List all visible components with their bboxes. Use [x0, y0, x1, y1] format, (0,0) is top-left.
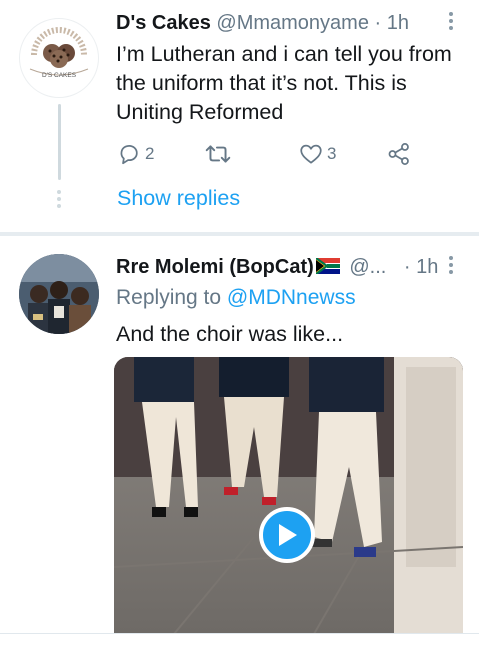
- tweet-header: D's Cakes @Mmamonyame · 1h: [116, 12, 409, 35]
- heart-icon: [300, 144, 322, 164]
- author-name[interactable]: D's Cakes: [116, 12, 211, 34]
- tweet-text: I’m Lutheran and i can tell you from the…: [116, 40, 452, 127]
- reply-button[interactable]: 2: [116, 140, 154, 168]
- tweet-text-line: Uniting Reformed: [116, 100, 284, 124]
- author-handle[interactable]: @Mmamonyame: [216, 12, 369, 34]
- bottom-divider: [0, 633, 479, 634]
- tweet-text: And the choir was like...: [116, 322, 344, 346]
- tweet-time[interactable]: · 1h: [375, 12, 409, 34]
- video-thumbnail[interactable]: [114, 357, 463, 634]
- tweet-header: Rre Molemi (BopCat) @... · 1h: [116, 256, 438, 279]
- author-handle[interactable]: @...: [349, 256, 386, 278]
- tweet-text-line: the uniform that it’s not. This is: [116, 71, 407, 95]
- play-button[interactable]: [259, 507, 315, 563]
- thread-dots: [57, 190, 62, 211]
- more-options-icon[interactable]: [449, 256, 453, 277]
- like-button[interactable]: 3: [298, 140, 336, 168]
- reply-icon: [120, 145, 138, 165]
- like-count: 3: [327, 144, 337, 163]
- play-icon: [279, 524, 297, 546]
- south-africa-flag-icon: [315, 257, 340, 275]
- replying-to-handle[interactable]: @MDNnewss: [227, 286, 356, 309]
- tweet-separator: [0, 232, 479, 236]
- retweet-icon: [205, 145, 231, 163]
- cake-logo-avatar: D'S CAKES: [29, 27, 89, 79]
- retweet-button[interactable]: [204, 140, 232, 168]
- show-replies-link[interactable]: Show replies: [117, 186, 240, 211]
- tweet-text-line: I’m Lutheran and i can tell you from: [116, 42, 452, 66]
- share-button[interactable]: [386, 140, 412, 168]
- more-options-icon[interactable]: [449, 12, 453, 33]
- author-name[interactable]: Rre Molemi (BopCat): [116, 256, 314, 278]
- video-frame: [114, 357, 463, 634]
- thread-line: [58, 104, 61, 180]
- share-icon: [388, 143, 409, 165]
- avatar[interactable]: D'S CAKES: [19, 18, 99, 98]
- avatar[interactable]: [19, 254, 99, 334]
- tweet-1[interactable]: D'S CAKES D's Cakes @Mmamonyame · 1h I’m…: [0, 0, 479, 232]
- reply-count: 2: [145, 144, 155, 163]
- group-photo-avatar: [19, 254, 99, 334]
- tweet-time[interactable]: · 1h: [404, 256, 438, 278]
- replying-to-label: Replying to: [116, 286, 222, 309]
- replying-to: Replying to @MDNnewss: [116, 286, 356, 310]
- avatar-brand-text: D'S CAKES: [42, 72, 77, 79]
